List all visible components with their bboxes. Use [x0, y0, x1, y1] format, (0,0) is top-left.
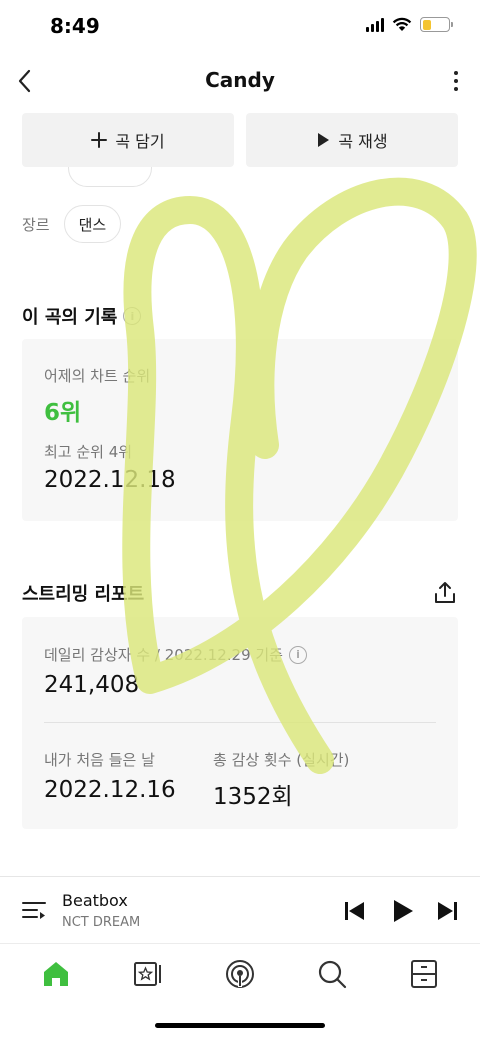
add-to-playlist-label: 곡 담기 [115, 132, 165, 151]
library-icon [134, 962, 161, 986]
more-options-icon[interactable] [446, 66, 466, 96]
total-plays-label: 총 감상 횟수 (실시간) [213, 751, 350, 769]
home-indicator [155, 1023, 325, 1028]
genre-row: 장르 댄스 [22, 205, 122, 243]
page-title: Candy [205, 68, 275, 92]
podcast-icon [226, 960, 254, 988]
daily-listeners-label: 데일리 감상자 수 / 2022.12.29 기준 [44, 646, 283, 664]
signal-icon [366, 17, 384, 32]
tab-library[interactable] [128, 954, 168, 994]
playlist-icon[interactable] [22, 899, 46, 923]
play-song-label: 곡 재생 [338, 132, 388, 151]
mini-player[interactable]: Beatbox NCT DREAM [0, 876, 480, 944]
peak-rank-label: 최고 순위 4위 [44, 443, 133, 461]
tab-storage[interactable] [404, 954, 444, 994]
play-pause-icon[interactable] [388, 897, 416, 925]
daily-listeners-value: 241,408 [44, 672, 140, 698]
nav-bar: Candy [0, 54, 480, 108]
record-card: 어제의 차트 순위 6위 최고 순위 4위 2022.12.18 [22, 339, 458, 521]
wifi-icon [392, 17, 412, 31]
next-track-icon[interactable] [434, 897, 462, 925]
add-to-playlist-button[interactable]: 곡 담기 [22, 113, 234, 167]
status-icons [366, 17, 453, 32]
plus-icon [91, 132, 108, 148]
play-icon [318, 133, 330, 147]
daily-listeners-label-row: 데일리 감상자 수 / 2022.12.29 기준 i [44, 644, 307, 665]
status-time: 8:49 [50, 14, 100, 38]
streaming-card: 데일리 감상자 수 / 2022.12.29 기준 i 241,408 내가 처… [22, 617, 458, 829]
peak-rank-date: 2022.12.18 [44, 467, 176, 493]
drawer-icon [411, 960, 437, 988]
battery-icon [420, 17, 453, 32]
track-artist: NCT DREAM [62, 915, 141, 930]
tab-home[interactable] [36, 954, 76, 994]
record-title: 이 곡의 기록 [22, 307, 118, 328]
first-listen-value: 2022.12.16 [44, 777, 176, 803]
streaming-title: 스트리밍 리포트 [22, 584, 145, 605]
play-song-button[interactable]: 곡 재생 [246, 113, 458, 167]
daily-info-icon[interactable]: i [288, 645, 307, 664]
share-icon[interactable] [432, 580, 458, 606]
tab-search[interactable] [312, 954, 352, 994]
tab-bar [0, 944, 480, 1004]
search-icon [318, 960, 347, 989]
genre-tag[interactable]: 댄스 [63, 205, 122, 243]
yesterday-rank-value: 6위 [44, 400, 82, 426]
previous-track-icon[interactable] [340, 897, 368, 925]
track-title: Beatbox [62, 891, 128, 910]
status-bar: 8:49 [0, 0, 480, 54]
home-icon [44, 962, 68, 986]
streaming-section-title: 스트리밍 리포트 [22, 580, 144, 606]
record-section-title: 이 곡의 기록 i [22, 303, 142, 329]
info-icon[interactable]: i [123, 307, 142, 325]
total-plays-value: 1352회 [213, 784, 293, 810]
scrolled-info-row [22, 167, 222, 191]
yesterday-rank-label: 어제의 차트 순위 [44, 367, 151, 385]
first-listen-label: 내가 처음 들은 날 [44, 751, 155, 769]
scrolled-pill [68, 167, 152, 187]
card-divider [44, 722, 436, 723]
genre-label: 장르 [22, 215, 50, 234]
action-row: 곡 담기 곡 재생 [22, 113, 458, 167]
tab-podcast[interactable] [220, 954, 260, 994]
